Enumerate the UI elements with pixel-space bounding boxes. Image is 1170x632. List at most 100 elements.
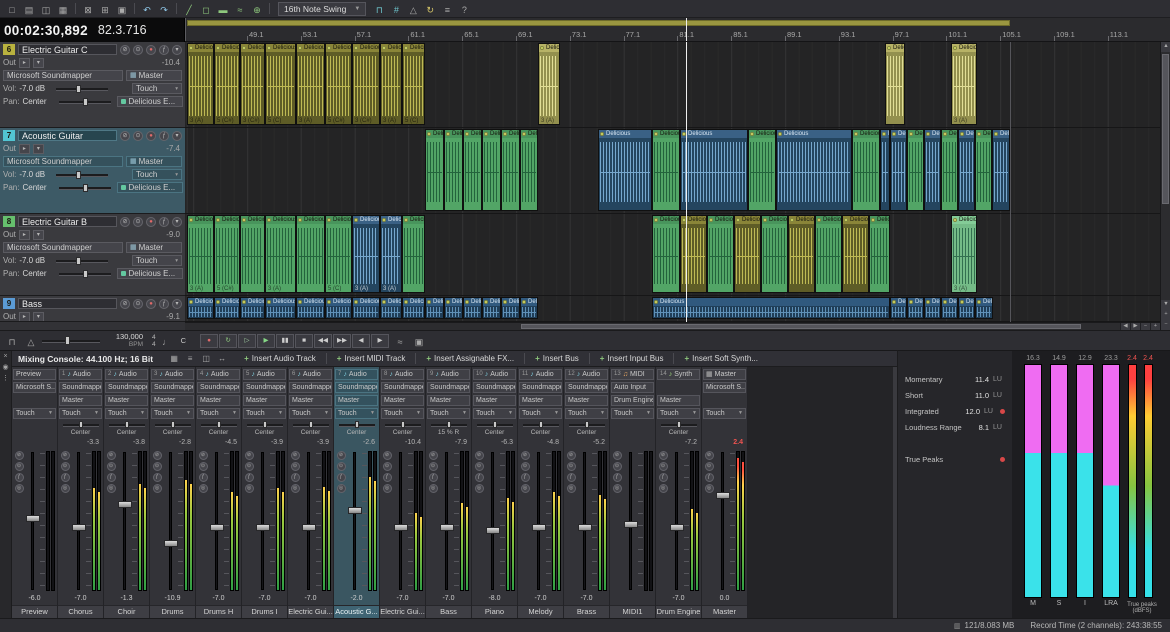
- audio-clip[interactable]: Delicious: [734, 215, 761, 293]
- strip-type-button[interactable]: ▦Master: [703, 369, 746, 380]
- strip-automation-button[interactable]: Touch▼: [611, 408, 654, 419]
- audio-clip[interactable]: Delicious3 (A): [380, 215, 402, 293]
- mixer-strip-melody[interactable]: 11♪AudioSoundmapperMasterTouch▼Center-4.…: [518, 367, 564, 618]
- audio-clip[interactable]: Delicious3 (A): [296, 43, 325, 125]
- mixer-strip-electric-gui[interactable]: 6♪AudioSoundmapperMasterTouch▼Center-3.9…: [288, 367, 334, 618]
- track-lane-electric-guitar-b[interactable]: Delicious3 (A)Delicious5 (C#)DeliciousDe…: [185, 214, 1160, 296]
- save-icon[interactable]: ◫: [38, 2, 54, 16]
- strip-pan-knob[interactable]: [171, 421, 175, 428]
- strip-fader[interactable]: [623, 449, 638, 593]
- strip-output-bus-button[interactable]: Master: [657, 395, 700, 406]
- strip-device-button[interactable]: Soundmapper: [473, 382, 516, 393]
- mixer-strip-drums[interactable]: 3♪AudioSoundmapperMasterTouch▼Center-2.8…: [150, 367, 196, 618]
- audio-clip[interactable]: Delicious: [402, 297, 425, 319]
- strip-pan-slider[interactable]: [477, 421, 513, 429]
- strip-pan-slider[interactable]: [339, 421, 375, 429]
- strip-automation-button[interactable]: Touch▼: [289, 408, 332, 419]
- strip-automation-button[interactable]: Touch▼: [105, 408, 148, 419]
- fader-knob[interactable]: [716, 492, 730, 499]
- strip-type-button[interactable]: 14♪Synth: [657, 369, 700, 380]
- mute-button[interactable]: ⊘: [120, 217, 130, 227]
- strip-mute-button[interactable]: ⊘: [61, 451, 70, 460]
- loop-region-icon[interactable]: ↻: [422, 2, 438, 16]
- strip-pan-knob[interactable]: [217, 421, 221, 428]
- strip-pan-slider[interactable]: [247, 421, 283, 429]
- mixer-strip-preview[interactable]: PreviewMicrosoft S...Touch▼⊘⊙ƒ◎-6.0Previ…: [12, 367, 58, 618]
- strip-fx-button[interactable]: ƒ: [705, 473, 714, 482]
- volume-knob[interactable]: [76, 171, 81, 179]
- audio-clip[interactable]: Delicious: [992, 129, 1010, 211]
- mixer-view-icon[interactable]: ≡: [439, 2, 455, 16]
- track-name[interactable]: Acoustic Guitar: [18, 130, 117, 141]
- audio-clip[interactable]: Delicious5 (C): [325, 215, 352, 293]
- record-arm-button[interactable]: ●: [146, 45, 156, 55]
- close-icon[interactable]: ×: [3, 353, 7, 360]
- audio-clip[interactable]: Delicious: [788, 215, 815, 293]
- audio-clip[interactable]: Delicious3 (A): [951, 215, 977, 293]
- track-fx-chain-button[interactable]: Delicious E...: [117, 268, 183, 279]
- audio-clip[interactable]: Delicious: [975, 129, 992, 211]
- strip-phones-button[interactable]: ◎: [475, 484, 484, 493]
- strip-fader[interactable]: [71, 449, 86, 593]
- strip-output-bus-button[interactable]: Drum Engine: [611, 395, 654, 406]
- track-fx-button[interactable]: ƒ: [159, 131, 169, 141]
- time-signature[interactable]: 4 4: [152, 334, 156, 348]
- mixer-strip-chorus[interactable]: 1♪AudioSoundmapperMasterTouch▼Center-3.3…: [58, 367, 104, 618]
- strip-fader[interactable]: [117, 449, 132, 593]
- vertical-scrollbar-thumb[interactable]: [1162, 54, 1169, 204]
- tempo-display[interactable]: 130,000 BPM: [109, 333, 143, 348]
- downmix-icon[interactable]: ◫: [199, 353, 213, 365]
- strip-fader[interactable]: [209, 449, 224, 593]
- strip-fader[interactable]: [301, 449, 316, 593]
- track-menu-button[interactable]: ▾: [172, 45, 182, 55]
- insert-audio-track-button[interactable]: +Insert Audio Track: [239, 352, 321, 365]
- loop-region-bar[interactable]: [187, 20, 1010, 26]
- fader-knob[interactable]: [72, 524, 86, 531]
- output-device-button[interactable]: ▸: [19, 144, 30, 154]
- audio-clip[interactable]: Delicious: [869, 215, 890, 293]
- strip-device-button[interactable]: Soundmapper: [197, 382, 240, 393]
- audio-clip[interactable]: Delicious: [187, 297, 214, 319]
- strip-pan-knob[interactable]: [79, 421, 83, 428]
- strip-phones-button[interactable]: ◎: [199, 484, 208, 493]
- copy-icon[interactable]: ⊞: [97, 2, 113, 16]
- strip-solo-button[interactable]: ⊙: [337, 462, 346, 471]
- audio-clip[interactable]: Delicious: [842, 215, 869, 293]
- strip-phones-button[interactable]: ◎: [429, 484, 438, 493]
- beats-display[interactable]: 82.3.716: [98, 23, 147, 37]
- strip-fader[interactable]: [163, 449, 178, 593]
- strip-automation-button[interactable]: Touch▼: [381, 408, 424, 419]
- strip-device-button[interactable]: Auto Input: [611, 382, 654, 393]
- strip-mute-button[interactable]: ⊘: [705, 451, 714, 460]
- strip-solo-button[interactable]: ⊙: [383, 462, 392, 471]
- mixer-strip-choir[interactable]: 2♪AudioSoundmapperMasterTouch▼Center-3.8…: [104, 367, 150, 618]
- track-menu-button[interactable]: ▾: [172, 217, 182, 227]
- audio-clip[interactable]: Delicious3 (C#): [240, 43, 265, 125]
- step-forward-button[interactable]: ▶: [371, 334, 389, 348]
- strip-pan-slider[interactable]: [109, 421, 145, 429]
- strip-output-bus-button[interactable]: Master: [197, 395, 240, 406]
- audio-clip[interactable]: Delicious: [941, 129, 958, 211]
- strip-automation-button[interactable]: Touch▼: [243, 408, 286, 419]
- tempo-tap-icon[interactable]: ♩: [159, 334, 175, 348]
- strip-automation-button[interactable]: Touch▼: [59, 408, 102, 419]
- play-from-start-button[interactable]: ▷: [238, 334, 256, 348]
- strip-type-button[interactable]: 11♪Audio: [519, 369, 562, 380]
- audio-clip[interactable]: Delicious: [680, 129, 748, 211]
- device-button[interactable]: Microsoft Soundmapper: [3, 70, 123, 81]
- audio-clip[interactable]: Delicious5 (C#): [214, 43, 240, 125]
- audio-clip[interactable]: Delicious: [482, 297, 501, 319]
- pause-button[interactable]: ▮▮: [276, 334, 294, 348]
- strip-output-bus-button[interactable]: Master: [427, 395, 470, 406]
- time-display[interactable]: 00:02:30,892: [4, 23, 88, 38]
- strip-phones-button[interactable]: ◎: [383, 484, 392, 493]
- scroll-right-button[interactable]: ▶: [1130, 323, 1140, 330]
- fader-knob[interactable]: [394, 524, 408, 531]
- strip-type-button[interactable]: Preview: [13, 369, 56, 380]
- console-view-icon[interactable]: ▦: [167, 353, 181, 365]
- fader-knob[interactable]: [486, 527, 500, 534]
- bus-button[interactable]: ▦Master: [126, 242, 182, 253]
- audio-clip[interactable]: Delicious: [890, 297, 907, 319]
- audio-clip[interactable]: Delicious: [520, 297, 538, 319]
- pin-icon[interactable]: ◉: [2, 363, 8, 371]
